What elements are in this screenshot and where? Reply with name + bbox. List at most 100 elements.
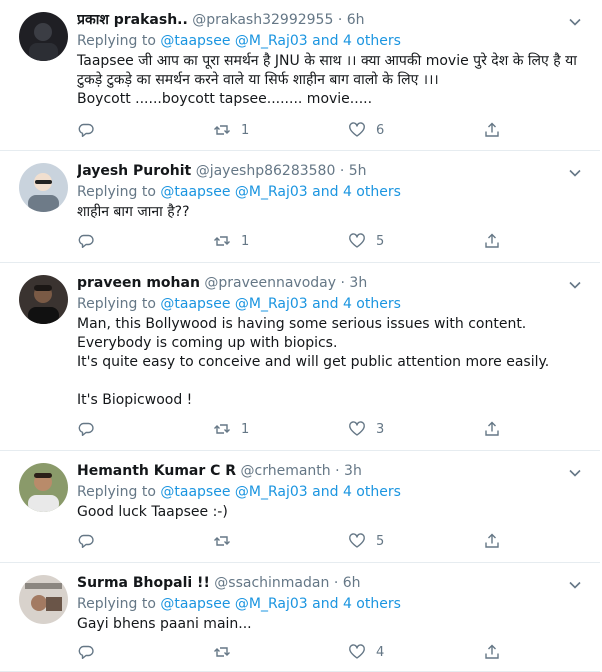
chevron-down-icon[interactable]: [568, 165, 582, 179]
share-button[interactable]: [483, 419, 501, 439]
display-name[interactable]: Surma Bhopali !!: [77, 575, 210, 591]
mention-link[interactable]: @M_Raj03: [235, 484, 308, 500]
reply-button[interactable]: [77, 120, 105, 140]
share-icon: [485, 421, 499, 436]
like-button[interactable]: 5: [348, 531, 384, 551]
user-handle[interactable]: @crhemanth: [241, 463, 331, 479]
like-count: 5: [376, 233, 385, 249]
display-name[interactable]: Hemanth Kumar C R: [77, 463, 236, 479]
mention-link[interactable]: @taapsee: [160, 184, 230, 200]
user-handle[interactable]: @ssachinmadan: [214, 575, 329, 591]
timestamp[interactable]: 3h: [349, 275, 367, 291]
retweet-button[interactable]: [213, 531, 241, 551]
reply-icon: [78, 645, 94, 659]
retweet-button[interactable]: [213, 642, 241, 662]
like-button[interactable]: 4: [348, 642, 384, 662]
like-button[interactable]: 6: [348, 120, 384, 140]
share-button[interactable]: [483, 642, 501, 662]
others-link[interactable]: and 4 others: [312, 596, 401, 612]
mention-link[interactable]: @taapsee: [160, 296, 230, 312]
timestamp[interactable]: 6h: [343, 575, 361, 591]
separator-dot: ·: [335, 463, 340, 479]
mention-link[interactable]: @taapsee: [160, 484, 230, 500]
replying-to: Replying to @taapsee @M_Raj03 and 4 othe…: [77, 32, 582, 51]
like-button[interactable]: 3: [348, 419, 384, 439]
reply-button[interactable]: [77, 419, 105, 439]
mention-link[interactable]: @M_Raj03: [235, 33, 308, 49]
avatar[interactable]: [19, 275, 68, 324]
tweet-1[interactable]: प्रकाश prakash.. @prakash32992955 · 6h R…: [0, 0, 600, 151]
avatar[interactable]: [19, 463, 68, 512]
replying-to-label: Replying to: [77, 596, 161, 612]
reply-button[interactable]: [77, 531, 105, 551]
mention-link[interactable]: @taapsee: [160, 596, 230, 612]
mention-link[interactable]: @M_Raj03: [235, 596, 308, 612]
tweet-text: Taapsee जी आप का पूरा समर्थन है JNU के स…: [77, 53, 577, 107]
retweet-icon: [214, 125, 230, 135]
replying-to-label: Replying to: [77, 296, 161, 312]
share-icon: [485, 644, 499, 659]
reply-icon: [78, 234, 94, 248]
retweet-button[interactable]: 1: [213, 120, 249, 140]
chevron-down-icon[interactable]: [568, 277, 582, 291]
tweet-text: शाहीन बाग जाना है??: [77, 204, 190, 220]
retweet-count: 1: [241, 421, 250, 437]
tweet-actions: 5: [77, 531, 517, 551]
retweet-icon: [214, 647, 230, 657]
mention-link[interactable]: @M_Raj03: [235, 296, 308, 312]
chevron-down-icon[interactable]: [568, 465, 582, 479]
like-count: 5: [376, 533, 385, 549]
tweet-text: Man, this Bollywood is having some serio…: [77, 316, 550, 408]
heart-icon: [349, 533, 365, 548]
replying-to: Replying to @taapsee @M_Raj03 and 4 othe…: [77, 295, 582, 314]
retweet-button[interactable]: 1: [213, 419, 249, 439]
share-button[interactable]: [483, 120, 501, 140]
others-link[interactable]: and 4 others: [312, 33, 401, 49]
user-handle[interactable]: @prakash32992955: [192, 12, 333, 28]
timestamp[interactable]: 5h: [349, 163, 367, 179]
tweet-2[interactable]: Jayesh Purohit @jayeshp86283580 · 5h Rep…: [0, 151, 600, 263]
separator-dot: ·: [337, 12, 343, 28]
user-handle[interactable]: @jayeshp86283580: [196, 163, 336, 179]
retweet-icon: [214, 424, 230, 434]
reply-thread: प्रकाश prakash.. @prakash32992955 · 6h R…: [0, 0, 602, 672]
mention-link[interactable]: @M_Raj03: [235, 184, 308, 200]
user-handle[interactable]: @praveennavoday: [204, 275, 336, 291]
mention-link[interactable]: @taapsee: [160, 33, 230, 49]
reply-icon: [78, 123, 94, 137]
tweet-3[interactable]: praveen mohan @praveennavoday · 3h Reply…: [0, 263, 600, 451]
like-button[interactable]: 5: [348, 231, 384, 251]
display-name[interactable]: प्रकाश prakash..: [77, 12, 188, 28]
reply-icon: [78, 422, 94, 436]
display-name[interactable]: praveen mohan: [77, 275, 200, 291]
heart-icon: [349, 644, 365, 659]
tweet-4[interactable]: Hemanth Kumar C R @crhemanth · 3h Replyi…: [0, 451, 600, 563]
avatar[interactable]: [19, 12, 68, 61]
timestamp[interactable]: 6h: [347, 12, 365, 28]
others-link[interactable]: and 4 others: [312, 296, 401, 312]
separator-dot: ·: [339, 163, 345, 179]
chevron-down-icon[interactable]: [568, 577, 582, 591]
share-icon: [485, 122, 499, 137]
share-button[interactable]: [483, 531, 501, 551]
share-button[interactable]: [483, 231, 501, 251]
heart-icon: [349, 233, 365, 248]
avatar[interactable]: [19, 575, 68, 624]
others-link[interactable]: and 4 others: [312, 184, 401, 200]
avatar[interactable]: [19, 163, 68, 212]
others-link[interactable]: and 4 others: [312, 484, 401, 500]
heart-icon: [349, 421, 365, 436]
like-count: 4: [376, 644, 385, 660]
tweet-text: Good luck Taapsee :-): [77, 504, 228, 520]
display-name[interactable]: Jayesh Purohit: [77, 163, 191, 179]
timestamp[interactable]: 3h: [344, 463, 362, 479]
chevron-down-icon[interactable]: [568, 14, 582, 28]
replying-to-label: Replying to: [77, 184, 161, 200]
like-count: 3: [376, 421, 385, 437]
reply-button[interactable]: [77, 642, 105, 662]
retweet-button[interactable]: 1: [213, 231, 249, 251]
share-icon: [485, 533, 499, 548]
reply-button[interactable]: [77, 231, 105, 251]
tweet-5[interactable]: Surma Bhopali !! @ssachinmadan · 6h Repl…: [0, 563, 600, 672]
replying-to: Replying to @taapsee @M_Raj03 and 4 othe…: [77, 595, 582, 614]
